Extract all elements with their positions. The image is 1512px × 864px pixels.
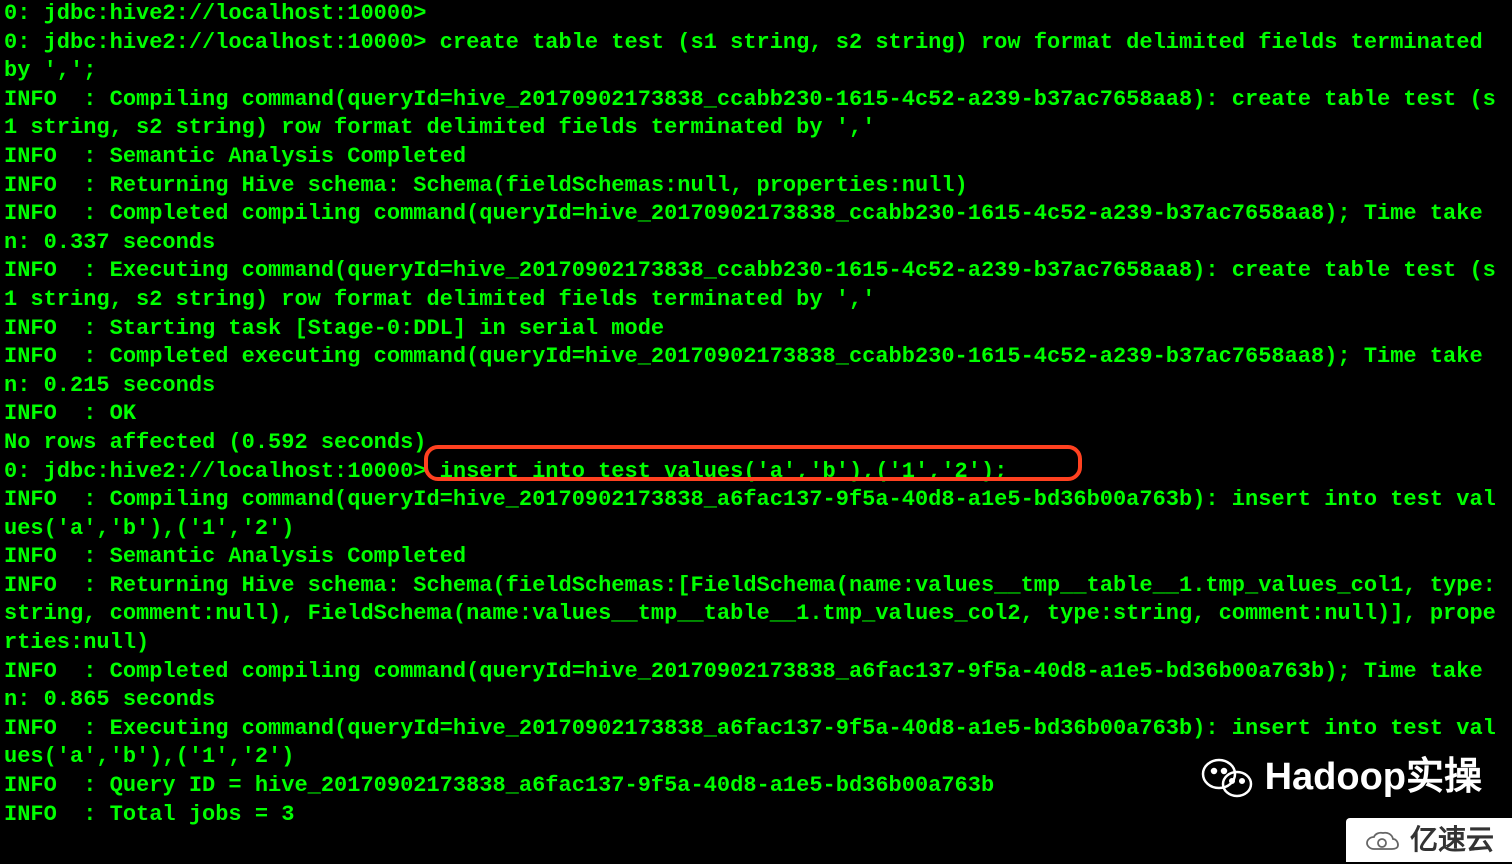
terminal-line: 0: jdbc:hive2://localhost:10000> <box>4 1 426 26</box>
terminal-line: INFO : Executing command(queryId=hive_20… <box>4 258 1496 312</box>
terminal-line: INFO : Compiling command(queryId=hive_20… <box>4 487 1496 541</box>
terminal-output[interactable]: 0: jdbc:hive2://localhost:10000> 0: jdbc… <box>4 0 1508 829</box>
watermark-hadoop: Hadoop实操 <box>1201 753 1482 802</box>
terminal-line: INFO : Semantic Analysis Completed <box>4 544 466 569</box>
terminal-line: INFO : Returning Hive schema: Schema(fie… <box>4 573 1496 655</box>
terminal-line: INFO : OK <box>4 401 136 426</box>
terminal-line: INFO : Total jobs = 3 <box>4 802 294 827</box>
watermark-text: Hadoop实操 <box>1265 753 1482 802</box>
cloud-icon <box>1364 828 1400 852</box>
terminal-line: INFO : Compiling command(queryId=hive_20… <box>4 87 1496 141</box>
terminal-line: INFO : Starting task [Stage-0:DDL] in se… <box>4 316 664 341</box>
bottom-badge: 亿速云 <box>1346 818 1512 862</box>
wechat-icon <box>1201 756 1253 798</box>
terminal-line: No rows affected (0.592 seconds) <box>4 430 426 455</box>
terminal-line: 0: jdbc:hive2://localhost:10000> create … <box>4 30 1496 84</box>
bottom-badge-text: 亿速云 <box>1410 822 1494 858</box>
terminal-line: INFO : Semantic Analysis Completed <box>4 144 466 169</box>
terminal-line: INFO : Completed compiling command(query… <box>4 659 1483 713</box>
terminal-line: INFO : Returning Hive schema: Schema(fie… <box>4 173 968 198</box>
terminal-line: 0: jdbc:hive2://localhost:10000> insert … <box>4 459 1007 484</box>
terminal-line: INFO : Completed executing command(query… <box>4 344 1483 398</box>
terminal-line: INFO : Query ID = hive_20170902173838_a6… <box>4 773 994 798</box>
terminal-line: INFO : Completed compiling command(query… <box>4 201 1483 255</box>
